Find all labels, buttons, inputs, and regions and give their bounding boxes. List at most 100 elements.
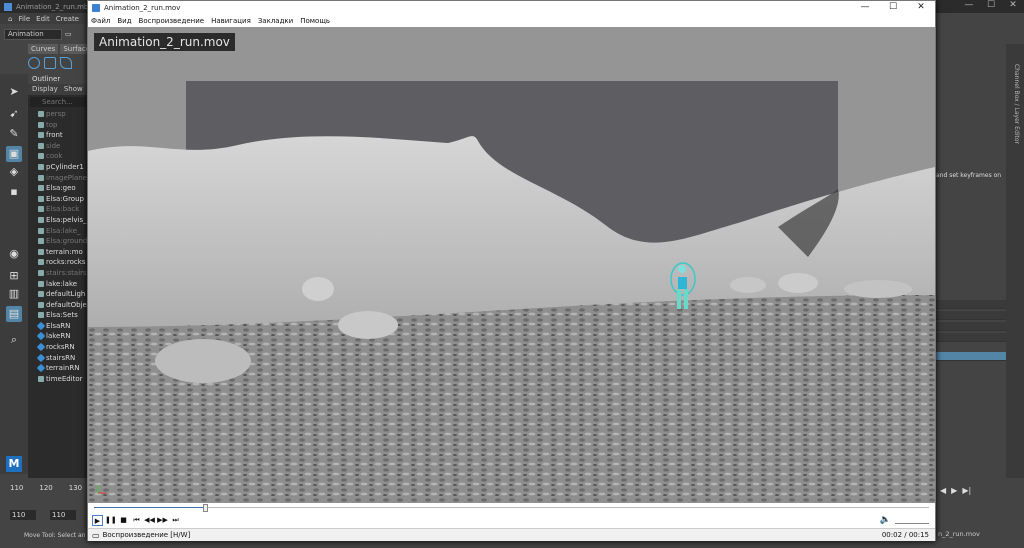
- outliner-menu-show[interactable]: Show: [64, 84, 83, 95]
- outliner-item[interactable]: cook: [28, 151, 88, 162]
- paint-tool-icon[interactable]: ✎: [6, 126, 22, 142]
- rock: [302, 277, 334, 301]
- play-icon[interactable]: ▶: [951, 486, 957, 495]
- seek-track[interactable]: [94, 504, 929, 512]
- player-statusbar: ▭ Воспроизведение [H/W] 00:02 / 00:15: [88, 528, 935, 541]
- menu-view[interactable]: Вид: [117, 17, 131, 25]
- square-tool-icon[interactable]: [44, 57, 56, 69]
- home-icon[interactable]: ⌂: [8, 15, 12, 23]
- layout-four-icon[interactable]: ⊞: [6, 268, 22, 284]
- close-icon[interactable]: ✕: [907, 1, 935, 14]
- menu-bookmarks[interactable]: Закладки: [258, 17, 293, 25]
- right-tab-strip: Channel Box / Layer Editor: [1006, 44, 1024, 478]
- outliner-item-label: terrainRN: [46, 364, 80, 373]
- channel-box-tab[interactable]: Channel Box / Layer Editor: [1010, 64, 1020, 144]
- layer-row[interactable]: [936, 311, 1006, 320]
- scale-tool-icon[interactable]: ▪: [6, 184, 22, 200]
- layer-row-selected[interactable]: [936, 352, 1006, 361]
- stop-button[interactable]: ■: [118, 515, 129, 526]
- circle-tool-icon[interactable]: [28, 57, 40, 69]
- pause-button[interactable]: ❚❚: [105, 515, 117, 526]
- menu-navigation[interactable]: Навигация: [211, 17, 251, 25]
- video-frame[interactable]: Animation_2_run.mov: [88, 27, 935, 503]
- minimize-icon[interactable]: —: [958, 0, 980, 10]
- outliner-item[interactable]: terrainRN: [28, 363, 88, 374]
- outliner-item[interactable]: ElsaRN: [28, 321, 88, 332]
- rotate-tool-icon[interactable]: ◈: [6, 164, 22, 180]
- menu-set-dropdown[interactable]: Animation: [4, 28, 62, 40]
- layer-row[interactable]: [936, 300, 1006, 309]
- outliner-item[interactable]: imagePlane: [28, 173, 88, 184]
- menu-help[interactable]: Помощь: [300, 17, 330, 25]
- outliner-item[interactable]: rocks:rocks: [28, 257, 88, 268]
- fast-forward-button[interactable]: ▶▶: [157, 515, 168, 526]
- folder-icon[interactable]: ▭: [65, 30, 72, 38]
- search-icon[interactable]: ⌕: [6, 332, 22, 348]
- outliner-menu-display[interactable]: Display: [32, 84, 58, 95]
- outliner-item[interactable]: Elsa:Sets: [28, 310, 88, 321]
- volume-icon[interactable]: 🔈: [880, 515, 891, 525]
- next-button[interactable]: ⏭: [170, 515, 181, 526]
- layer-row[interactable]: [936, 333, 1006, 342]
- group-icon: [38, 185, 44, 192]
- lasso-tool-icon[interactable]: ➹: [6, 106, 22, 122]
- outliner-item[interactable]: timeEditor: [28, 374, 88, 385]
- volume-slider[interactable]: [895, 517, 929, 524]
- outliner-item[interactable]: pCylinder1: [28, 162, 88, 173]
- outliner-item[interactable]: Elsa:back: [28, 204, 88, 215]
- menu-playback[interactable]: Воспроизведение: [139, 17, 205, 25]
- group-icon: [38, 248, 44, 255]
- outliner-item[interactable]: defaultObje: [28, 300, 88, 311]
- outliner-item[interactable]: front: [28, 130, 88, 141]
- minimize-icon[interactable]: —: [851, 1, 879, 14]
- outliner-item[interactable]: lake:lake: [28, 279, 88, 290]
- seek-bar[interactable]: [88, 503, 935, 513]
- maximize-icon[interactable]: ☐: [879, 1, 907, 14]
- outliner-item[interactable]: Elsa:Group: [28, 194, 88, 205]
- video-scene: [88, 27, 935, 503]
- range-end-field[interactable]: 110: [50, 510, 76, 520]
- layout-outliner-icon[interactable]: ▤: [6, 306, 22, 322]
- outliner-item[interactable]: Elsa:pelvis_: [28, 215, 88, 226]
- layout-two-icon[interactable]: ▥: [6, 286, 22, 302]
- range-start-field[interactable]: 110: [10, 510, 36, 520]
- outliner-item[interactable]: Elsa:geo: [28, 183, 88, 194]
- outliner-search-input[interactable]: Search...: [30, 97, 86, 107]
- outliner-item[interactable]: top: [28, 120, 88, 131]
- menu-create[interactable]: Create: [56, 15, 79, 23]
- outliner-item[interactable]: lakeRN: [28, 331, 88, 342]
- step-back-icon[interactable]: ◀: [940, 486, 946, 495]
- menu-edit[interactable]: Edit: [36, 15, 50, 23]
- outliner-item[interactable]: stairsRN: [28, 353, 88, 364]
- timeline-ruler: 110 120 130: [10, 484, 82, 492]
- menu-file[interactable]: Файл: [91, 17, 110, 25]
- outliner-item[interactable]: side: [28, 141, 88, 152]
- previous-button[interactable]: ⏮: [131, 515, 142, 526]
- rewind-button[interactable]: ◀◀: [144, 515, 155, 526]
- rock: [338, 311, 398, 339]
- outliner-panel: Outliner Display Show Search... persp top…: [28, 74, 88, 478]
- outliner-item[interactable]: Elsa:ground: [28, 236, 88, 247]
- menu-file[interactable]: File: [18, 15, 30, 23]
- layout-single-icon[interactable]: ◉: [6, 246, 22, 262]
- outliner-item[interactable]: rocksRN: [28, 342, 88, 353]
- maya-status-line: Animation ▭: [0, 24, 90, 44]
- step-forward-icon[interactable]: ▶|: [962, 486, 971, 495]
- group-icon: [38, 227, 44, 234]
- layer-row[interactable]: [936, 322, 1006, 331]
- outliner-item[interactable]: stairs:stairs: [28, 268, 88, 279]
- outliner-item[interactable]: terrain:mo: [28, 247, 88, 258]
- select-tool-icon[interactable]: ➤: [6, 84, 22, 100]
- rock: [778, 273, 818, 293]
- outliner-item[interactable]: Elsa:lake_: [28, 226, 88, 237]
- move-tool-icon[interactable]: ▣: [6, 146, 22, 162]
- tab-curves[interactable]: Curves: [28, 44, 59, 54]
- seek-thumb[interactable]: [203, 504, 209, 512]
- outliner-item[interactable]: persp: [28, 109, 88, 120]
- curve-tool-icon[interactable]: [60, 57, 72, 69]
- outliner-item-label: front: [46, 131, 63, 140]
- maximize-icon[interactable]: ☐: [980, 0, 1002, 10]
- play-button[interactable]: ▶: [92, 515, 103, 526]
- close-icon[interactable]: ✕: [1002, 0, 1024, 10]
- outliner-item[interactable]: defaultLigh: [28, 289, 88, 300]
